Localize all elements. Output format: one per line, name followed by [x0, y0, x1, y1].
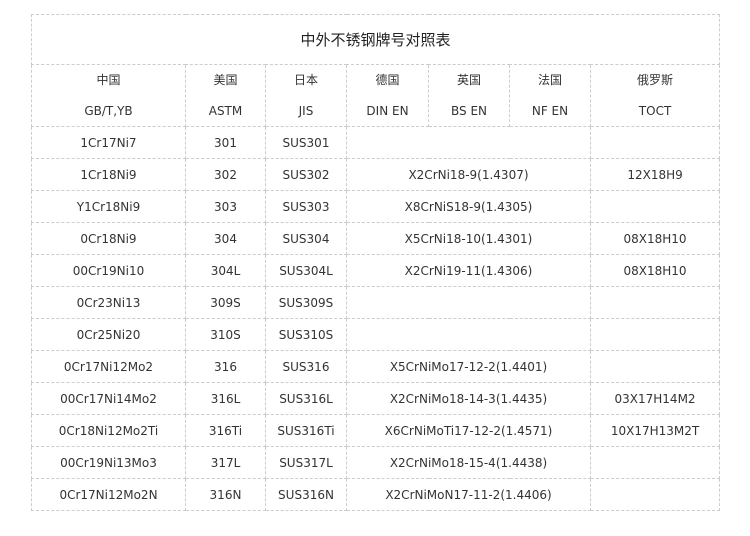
cell-jis-grade: SUS316Ti	[265, 414, 347, 447]
cell-china-grade: 00Cr17Ni14Mo2	[31, 382, 186, 415]
cell-astm-grade: 303	[185, 190, 266, 223]
header-country: 美国	[213, 73, 238, 87]
cell-jis-grade: SUS303	[265, 190, 347, 223]
cell-astm-grade: 302	[185, 158, 266, 191]
header-country: 法国	[537, 73, 562, 87]
cell-china-grade: 0Cr23Ni13	[31, 286, 186, 319]
cell-russian-grade	[589, 478, 721, 511]
cell-russian-grade: 08X18H10	[589, 222, 721, 255]
cell-jis-grade: SUS316	[265, 350, 347, 383]
table-row: 00Cr19Ni13Mo3 317L SUS317L X2CrNiMo18-15-4(…	[31, 446, 721, 479]
cell-astm-grade: 301	[185, 126, 266, 159]
steel-grade-table: 中外不锈钢牌号对照表 中国 GB/T,YB 美国 ASTM 日本 JIS 德国 DIN …	[30, 14, 721, 511]
header-uk: 英国 BS EN	[428, 64, 510, 127]
cell-russian-grade: 10X17H13M2T	[589, 414, 721, 447]
cell-jis-grade: SUS316L	[265, 382, 347, 415]
cell-jis-grade: SUS304	[265, 222, 347, 255]
cell-russian-grade	[589, 126, 721, 159]
cell-china-grade: 0Cr18Ni12Mo2Ti	[31, 414, 186, 447]
header-country: 英国	[456, 73, 481, 87]
cell-astm-grade: 316	[185, 350, 266, 383]
table-body: 中外不锈钢牌号对照表 中国 GB/T,YB 美国 ASTM 日本 JIS 德国 DIN …	[30, 14, 721, 511]
cell-russian-grade: 08X18H10	[589, 254, 721, 287]
header-standard: ТОСТ	[638, 104, 672, 118]
header-germany: 德国 DIN EN	[346, 64, 429, 127]
table-row: 0Cr17Ni12Mo2N 316N SUS316N X2CrNiMoN17-11-2…	[31, 478, 721, 511]
cell-astm-grade: 316Ti	[185, 414, 266, 447]
table-row: 1Cr17Ni7 301 SUS301	[31, 126, 721, 159]
header-standard: ASTM	[208, 104, 243, 118]
table-title: 中外不锈钢牌号对照表	[30, 14, 721, 65]
cell-european-grade	[346, 126, 591, 159]
header-country: 俄罗斯	[637, 73, 674, 87]
cell-european-grade: X2CrNi19-11(1.4306)	[346, 254, 591, 287]
cell-astm-grade: 304L	[185, 254, 266, 287]
cell-european-grade: X5CrNiMo17-12-2(1.4401)	[346, 350, 591, 383]
cell-russian-grade	[589, 318, 721, 351]
table-row: 0Cr25Ni20 310S SUS310S	[31, 318, 721, 351]
cell-european-grade: X2CrNiMo18-15-4(1.4438)	[346, 446, 591, 479]
header-usa: 美国 ASTM	[185, 64, 266, 127]
cell-russian-grade	[589, 446, 721, 479]
title-row: 中外不锈钢牌号对照表	[30, 14, 721, 65]
header-japan: 日本 JIS	[265, 64, 347, 127]
cell-european-grade: X2CrNiMo18-14-3(1.4435)	[346, 382, 591, 415]
cell-russian-grade: 12X18H9	[589, 158, 721, 191]
cell-china-grade: 0Cr17Ni12Mo2	[31, 350, 186, 383]
cell-european-grade: X2CrNi18-9(1.4307)	[346, 158, 591, 191]
header-row: 中国 GB/T,YB 美国 ASTM 日本 JIS 德国 DIN EN 英国 BS EN …	[31, 64, 721, 127]
cell-european-grade: X2CrNiMoN17-11-2(1.4406)	[346, 478, 591, 511]
cell-china-grade: 0Cr17Ni12Mo2N	[31, 478, 186, 511]
cell-china-grade: 1Cr17Ni7	[31, 126, 186, 159]
header-france: 法国 NF EN	[509, 64, 591, 127]
cell-jis-grade: SUS301	[265, 126, 347, 159]
header-standard: NF EN	[531, 104, 569, 118]
cell-astm-grade: 309S	[185, 286, 266, 319]
header-standard: DIN EN	[366, 104, 409, 118]
cell-jis-grade: SUS304L	[265, 254, 347, 287]
cell-astm-grade: 316N	[185, 478, 266, 511]
table-row: Y1Cr18Ni9 303 SUS303 X8CrNiS18-9(1.4305)	[31, 190, 721, 223]
table-row: 0Cr17Ni12Mo2 316 SUS316 X5CrNiMo17-12-2(1.4…	[31, 350, 721, 383]
table-row: 0Cr23Ni13 309S SUS309S	[31, 286, 721, 319]
header-china: 中国 GB/T,YB	[31, 64, 186, 127]
cell-russian-grade	[589, 190, 721, 223]
cell-european-grade: X5CrNi18-10(1.4301)	[346, 222, 591, 255]
cell-jis-grade: SUS310S	[265, 318, 347, 351]
cell-jis-grade: SUS317L	[265, 446, 347, 479]
table-row: 1Cr18Ni9 302 SUS302 X2CrNi18-9(1.4307) 12X18…	[31, 158, 721, 191]
header-russia: 俄罗斯 ТОСТ	[589, 64, 721, 127]
cell-jis-grade: SUS316N	[265, 478, 347, 511]
cell-china-grade: 00Cr19Ni13Mo3	[31, 446, 186, 479]
cell-european-grade	[346, 318, 591, 351]
cell-european-grade: X6CrNiMoTi17-12-2(1.4571)	[346, 414, 591, 447]
table-row: 00Cr19Ni10 304L SUS304L X2CrNi19-11(1.4306)…	[31, 254, 721, 287]
cell-astm-grade: 310S	[185, 318, 266, 351]
header-country: 中国	[96, 73, 121, 87]
header-country: 日本	[293, 73, 318, 87]
cell-china-grade: Y1Cr18Ni9	[31, 190, 186, 223]
cell-china-grade: 0Cr25Ni20	[31, 318, 186, 351]
cell-european-grade: X8CrNiS18-9(1.4305)	[346, 190, 591, 223]
cell-russian-grade: 03X17H14M2	[589, 382, 721, 415]
header-standard: GB/T,YB	[84, 104, 133, 118]
cell-astm-grade: 316L	[185, 382, 266, 415]
cell-russian-grade	[589, 350, 721, 383]
cell-china-grade: 0Cr18Ni9	[31, 222, 186, 255]
cell-jis-grade: SUS302	[265, 158, 347, 191]
table-row: 00Cr17Ni14Mo2 316L SUS316L X2CrNiMo18-14-3(…	[31, 382, 721, 415]
cell-russian-grade	[589, 286, 721, 319]
cell-china-grade: 1Cr18Ni9	[31, 158, 186, 191]
header-standard: BS EN	[450, 104, 487, 118]
cell-china-grade: 00Cr19Ni10	[31, 254, 186, 287]
table-row: 0Cr18Ni9 304 SUS304 X5CrNi18-10(1.4301) 08X1…	[31, 222, 721, 255]
header-standard: JIS	[298, 104, 314, 118]
cell-european-grade	[346, 286, 591, 319]
cell-jis-grade: SUS309S	[265, 286, 347, 319]
cell-astm-grade: 317L	[185, 446, 266, 479]
cell-astm-grade: 304	[185, 222, 266, 255]
header-country: 德国	[375, 73, 400, 87]
table-row: 0Cr18Ni12Mo2Ti 316Ti SUS316Ti X6CrNiMoTi17-…	[31, 414, 721, 447]
